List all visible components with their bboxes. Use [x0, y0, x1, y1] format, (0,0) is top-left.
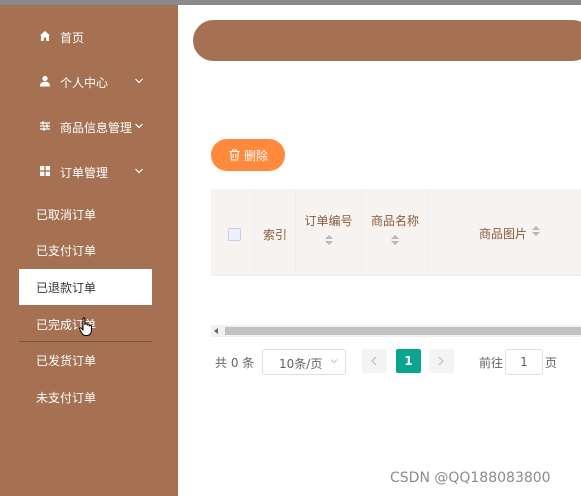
- page-unit-label: 页: [545, 356, 558, 370]
- sidebar-item-label: 商品信息管理: [60, 121, 133, 135]
- sort-icon[interactable]: [391, 235, 399, 247]
- table-header-index: 索引: [255, 189, 296, 275]
- sort-icon[interactable]: [325, 235, 333, 247]
- next-page-button[interactable]: [429, 349, 454, 373]
- sort-icon[interactable]: [532, 226, 540, 238]
- chevron-right-icon: [438, 356, 444, 366]
- chevron-down-icon: [330, 359, 338, 364]
- chevron-down-icon: [135, 168, 143, 174]
- sidebar-subitem-label: 未支付订单: [36, 391, 97, 405]
- page-size-select[interactable]: 10条/页: [262, 349, 346, 375]
- chevron-down-icon: [135, 123, 143, 129]
- sidebar-item-profile[interactable]: 个人中心: [0, 62, 178, 102]
- table-header-order-number[interactable]: 订单编号: [296, 189, 362, 275]
- chevron-left-icon: [371, 356, 377, 366]
- sidebar-item-label: 个人中心: [60, 76, 109, 90]
- hand-cursor-icon: [78, 317, 92, 336]
- sliders-icon: [40, 121, 50, 131]
- chevron-down-icon: [135, 78, 143, 84]
- sidebar-subitem-label: 已发货订单: [36, 354, 97, 368]
- select-all-checkbox[interactable]: [228, 228, 241, 241]
- sidebar-item-home[interactable]: 首页: [0, 17, 178, 57]
- sidebar-item-product-info[interactable]: 商品信息管理: [0, 107, 178, 147]
- user-icon: [40, 75, 50, 87]
- column-header-label: 商品图片: [479, 227, 528, 241]
- delete-button[interactable]: 删除: [211, 139, 285, 171]
- column-header-label: 订单编号: [304, 214, 353, 228]
- horizontal-scrollbar[interactable]: [211, 325, 581, 337]
- sidebar-subitem-paid-orders[interactable]: 已支付订单: [0, 234, 178, 266]
- scrollbar-thumb[interactable]: [225, 327, 581, 335]
- home-icon: [40, 31, 50, 41]
- page-number-current[interactable]: 1: [396, 349, 421, 373]
- pagination-total: 共 0 条: [215, 356, 255, 370]
- watermark: CSDN @QQ188083800: [390, 470, 551, 486]
- page-size-value: 10条/页: [279, 357, 323, 371]
- delete-button-label: 删除: [244, 149, 269, 163]
- grid-icon: [40, 166, 50, 176]
- column-header-label: 索引: [262, 228, 287, 242]
- sidebar-item-order-management[interactable]: 订单管理: [0, 152, 178, 192]
- column-header-label: 商品名称: [370, 214, 419, 228]
- trash-icon: [229, 149, 240, 161]
- table-header: 索引 订单编号 商品名称 商品图片: [211, 189, 581, 276]
- table-header-product-image[interactable]: 商品图片: [429, 189, 581, 275]
- sidebar-subitem-label: 已退款订单: [36, 281, 97, 295]
- sidebar-subitem-cancelled-orders[interactable]: 已取消订单: [0, 198, 178, 230]
- table-header-select: [211, 189, 255, 275]
- prev-page-button[interactable]: [362, 349, 387, 373]
- sidebar-item-label: 订单管理: [60, 166, 109, 180]
- goto-page-input[interactable]: 1: [505, 349, 543, 375]
- scroll-left-arrow-icon[interactable]: [214, 328, 218, 334]
- sidebar-divider: [19, 341, 152, 342]
- sidebar-subitem-label: 已支付订单: [36, 244, 97, 258]
- table-header-product-name[interactable]: 商品名称: [362, 189, 429, 275]
- header-bar: [193, 20, 581, 61]
- goto-label: 前往: [479, 356, 504, 370]
- orders-table: 索引 订单编号 商品名称 商品图片: [211, 189, 581, 337]
- sidebar-subitem-unpaid-orders[interactable]: 未支付订单: [0, 381, 178, 413]
- sidebar-subitem-label: 已取消订单: [36, 208, 97, 222]
- sidebar-subitem-shipped-orders[interactable]: 已发货订单: [0, 344, 178, 376]
- sidebar-subitem-refunded-orders[interactable]: 已退款订单: [19, 269, 152, 305]
- sidebar-item-label: 首页: [60, 31, 85, 45]
